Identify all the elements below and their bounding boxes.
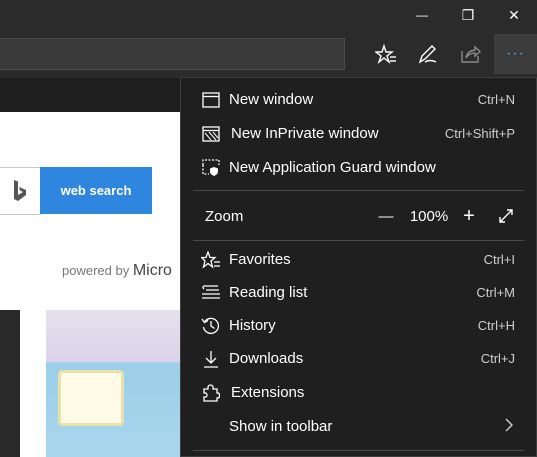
favorites-icon — [201, 250, 221, 270]
star-list-icon — [375, 43, 396, 65]
menu-item-label: Show in toolbar — [229, 418, 333, 435]
inprivate-window-icon — [201, 124, 221, 144]
menu-item-favorites[interactable]: Favorites Ctrl+I — [181, 243, 536, 276]
restore-button[interactable]: ❐ — [445, 0, 491, 30]
menu-item-shortcut: Ctrl+I — [483, 252, 515, 267]
zoom-row: Zoom — 100% + — [181, 200, 536, 233]
menu-item-reading-list[interactable]: Reading list Ctrl+M — [181, 276, 536, 309]
menu-item-label: History — [229, 317, 276, 334]
favorites-bar-button[interactable] — [370, 38, 402, 70]
zoom-in-button[interactable]: + — [457, 204, 481, 228]
address-bar[interactable] — [0, 38, 345, 70]
news-tile-image[interactable] — [0, 310, 20, 457]
menu-item-label: New InPrivate window — [231, 125, 379, 142]
share-icon — [461, 45, 481, 63]
history-icon — [201, 316, 221, 336]
menu-item-shortcut: Ctrl+N — [477, 92, 515, 107]
brand-text: Micro — [132, 262, 172, 279]
menu-item-shortcut: Ctrl+J — [480, 351, 515, 366]
menu-item-extensions[interactable]: Extensions — [181, 376, 536, 409]
settings-and-more-button[interactable]: ··· — [494, 34, 537, 74]
close-button[interactable]: ✕ — [491, 0, 537, 30]
menu-item-label: New Application Guard window — [229, 159, 436, 176]
settings-and-more-menu: New window Ctrl+N New InPrivate window C… — [180, 77, 537, 457]
menu-item-shortcut: Ctrl+Shift+P — [444, 126, 515, 141]
minus-icon: — — [378, 207, 394, 225]
menu-item-downloads[interactable]: Downloads Ctrl+J — [181, 342, 536, 375]
menu-item-label: Downloads — [229, 350, 304, 367]
zoom-label: Zoom — [205, 208, 244, 225]
notes-button[interactable] — [412, 38, 444, 70]
menu-divider — [193, 450, 524, 451]
menu-item-label: Reading list — [229, 284, 308, 301]
chevron-right-icon — [504, 418, 514, 435]
zoom-out-button[interactable]: — — [375, 204, 397, 228]
menu-item-history[interactable]: History Ctrl+H — [181, 309, 536, 342]
share-button[interactable] — [454, 38, 486, 70]
full-screen-button[interactable] — [494, 204, 518, 228]
zoom-level-value: 100% — [409, 207, 449, 225]
extensions-icon — [201, 383, 221, 403]
menu-item-shortcut: Ctrl+M — [476, 285, 515, 300]
menu-item-new-inprivate-window[interactable]: New InPrivate window Ctrl+Shift+P — [181, 117, 536, 150]
menu-item-show-in-toolbar[interactable]: Show in toolbar — [181, 410, 536, 443]
reading-list-icon — [201, 283, 221, 303]
bing-search-box[interactable] — [0, 167, 41, 215]
close-icon: ✕ — [508, 6, 520, 23]
more-icon: ··· — [506, 45, 525, 62]
bing-logo-icon — [14, 180, 26, 201]
web-search-button[interactable]: web search — [40, 167, 152, 214]
window-icon — [201, 90, 221, 110]
pen-icon — [418, 45, 437, 64]
downloads-icon — [201, 349, 221, 369]
powered-by-text: powered by Micro — [62, 262, 172, 280]
menu-item-label: Extensions — [231, 384, 305, 401]
title-bar: — ❐ ✕ — [0, 0, 537, 30]
menu-item-new-application-guard-window[interactable]: New Application Guard window — [181, 151, 536, 184]
menu-item-shortcut: Ctrl+H — [477, 318, 515, 333]
menu-divider — [193, 240, 524, 241]
restore-icon: ❐ — [461, 6, 475, 23]
minimize-button[interactable]: — — [399, 0, 445, 30]
menu-item-label: Favorites — [229, 251, 291, 268]
minimize-icon: — — [416, 8, 428, 22]
menu-divider — [193, 190, 524, 191]
powered-by-label: powered by — [62, 263, 130, 278]
menu-item-new-window[interactable]: New window Ctrl+N — [181, 83, 536, 116]
full-screen-icon — [499, 209, 513, 223]
menu-item-label: New window — [229, 91, 314, 108]
browser-toolbar: ··· — [0, 30, 537, 78]
tile-photo-detail — [58, 370, 124, 426]
application-guard-icon — [201, 158, 221, 178]
plus-icon: + — [463, 204, 475, 227]
